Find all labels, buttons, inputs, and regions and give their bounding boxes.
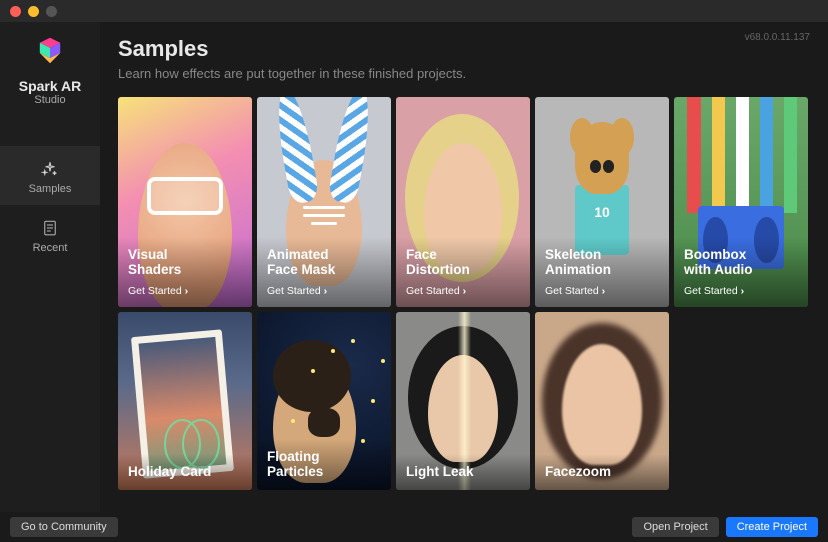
sidebar-item-samples[interactable]: Samples [0,146,100,205]
open-project-button[interactable]: Open Project [632,517,718,537]
close-window-button[interactable] [10,6,21,17]
card-cta: Get Started [267,285,381,297]
sample-card-visual-shaders[interactable]: VisualShaders Get Started [118,97,252,307]
card-cta: Get Started [406,285,520,297]
sample-card-animated-face-mask[interactable]: AnimatedFace Mask Get Started [257,97,391,307]
card-cta: Get Started [545,285,659,297]
card-title: FloatingParticles [267,449,381,480]
sample-card-holiday-card[interactable]: Holiday Card [118,312,252,490]
brand-name: Spark AR [19,78,82,94]
version-label: v68.0.0.11.137 [745,32,810,43]
card-title: Facezoom [545,464,659,480]
card-cta: Get Started [128,285,242,297]
brand-subtitle: Studio [34,94,65,106]
sidebar: Spark AR Studio Samples Recent [0,22,100,512]
card-title: Holiday Card [128,464,242,480]
sample-card-light-leak[interactable]: Light Leak [396,312,530,490]
sidebar-item-label: Recent [0,242,100,254]
sparkle-icon [41,160,59,178]
page-title: Samples [118,36,808,62]
sidebar-item-recent[interactable]: Recent [0,205,100,264]
card-title: SkeletonAnimation [545,247,659,278]
sidebar-item-label: Samples [0,183,100,195]
maximize-window-button[interactable] [46,6,57,17]
titlebar [0,0,828,22]
spark-ar-logo-icon [33,36,67,70]
card-title: Boomboxwith Audio [684,247,798,278]
card-title: Light Leak [406,464,520,480]
samples-grid: VisualShaders Get Started AnimatedF [118,97,808,490]
sample-card-facezoom[interactable]: Facezoom [535,312,669,490]
sample-card-floating-particles[interactable]: FloatingParticles [257,312,391,490]
sample-card-boombox-audio[interactable]: Boomboxwith Audio Get Started [674,97,808,307]
go-to-community-button[interactable]: Go to Community [10,517,118,537]
sample-card-face-distortion[interactable]: FaceDistortion Get Started [396,97,530,307]
page-subtitle: Learn how effects are put together in th… [118,66,808,81]
card-title: AnimatedFace Mask [267,247,381,278]
card-title: FaceDistortion [406,247,520,278]
create-project-button[interactable]: Create Project [726,517,818,537]
card-cta: Get Started [684,285,798,297]
main-content: v68.0.0.11.137 Samples Learn how effects… [100,22,828,512]
bottom-bar: Go to Community Open Project Create Proj… [0,512,828,542]
document-icon [41,219,59,237]
sample-card-skeleton-animation[interactable]: 10 SkeletonAnimation Get Started [535,97,669,307]
card-title: VisualShaders [128,247,242,278]
minimize-window-button[interactable] [28,6,39,17]
